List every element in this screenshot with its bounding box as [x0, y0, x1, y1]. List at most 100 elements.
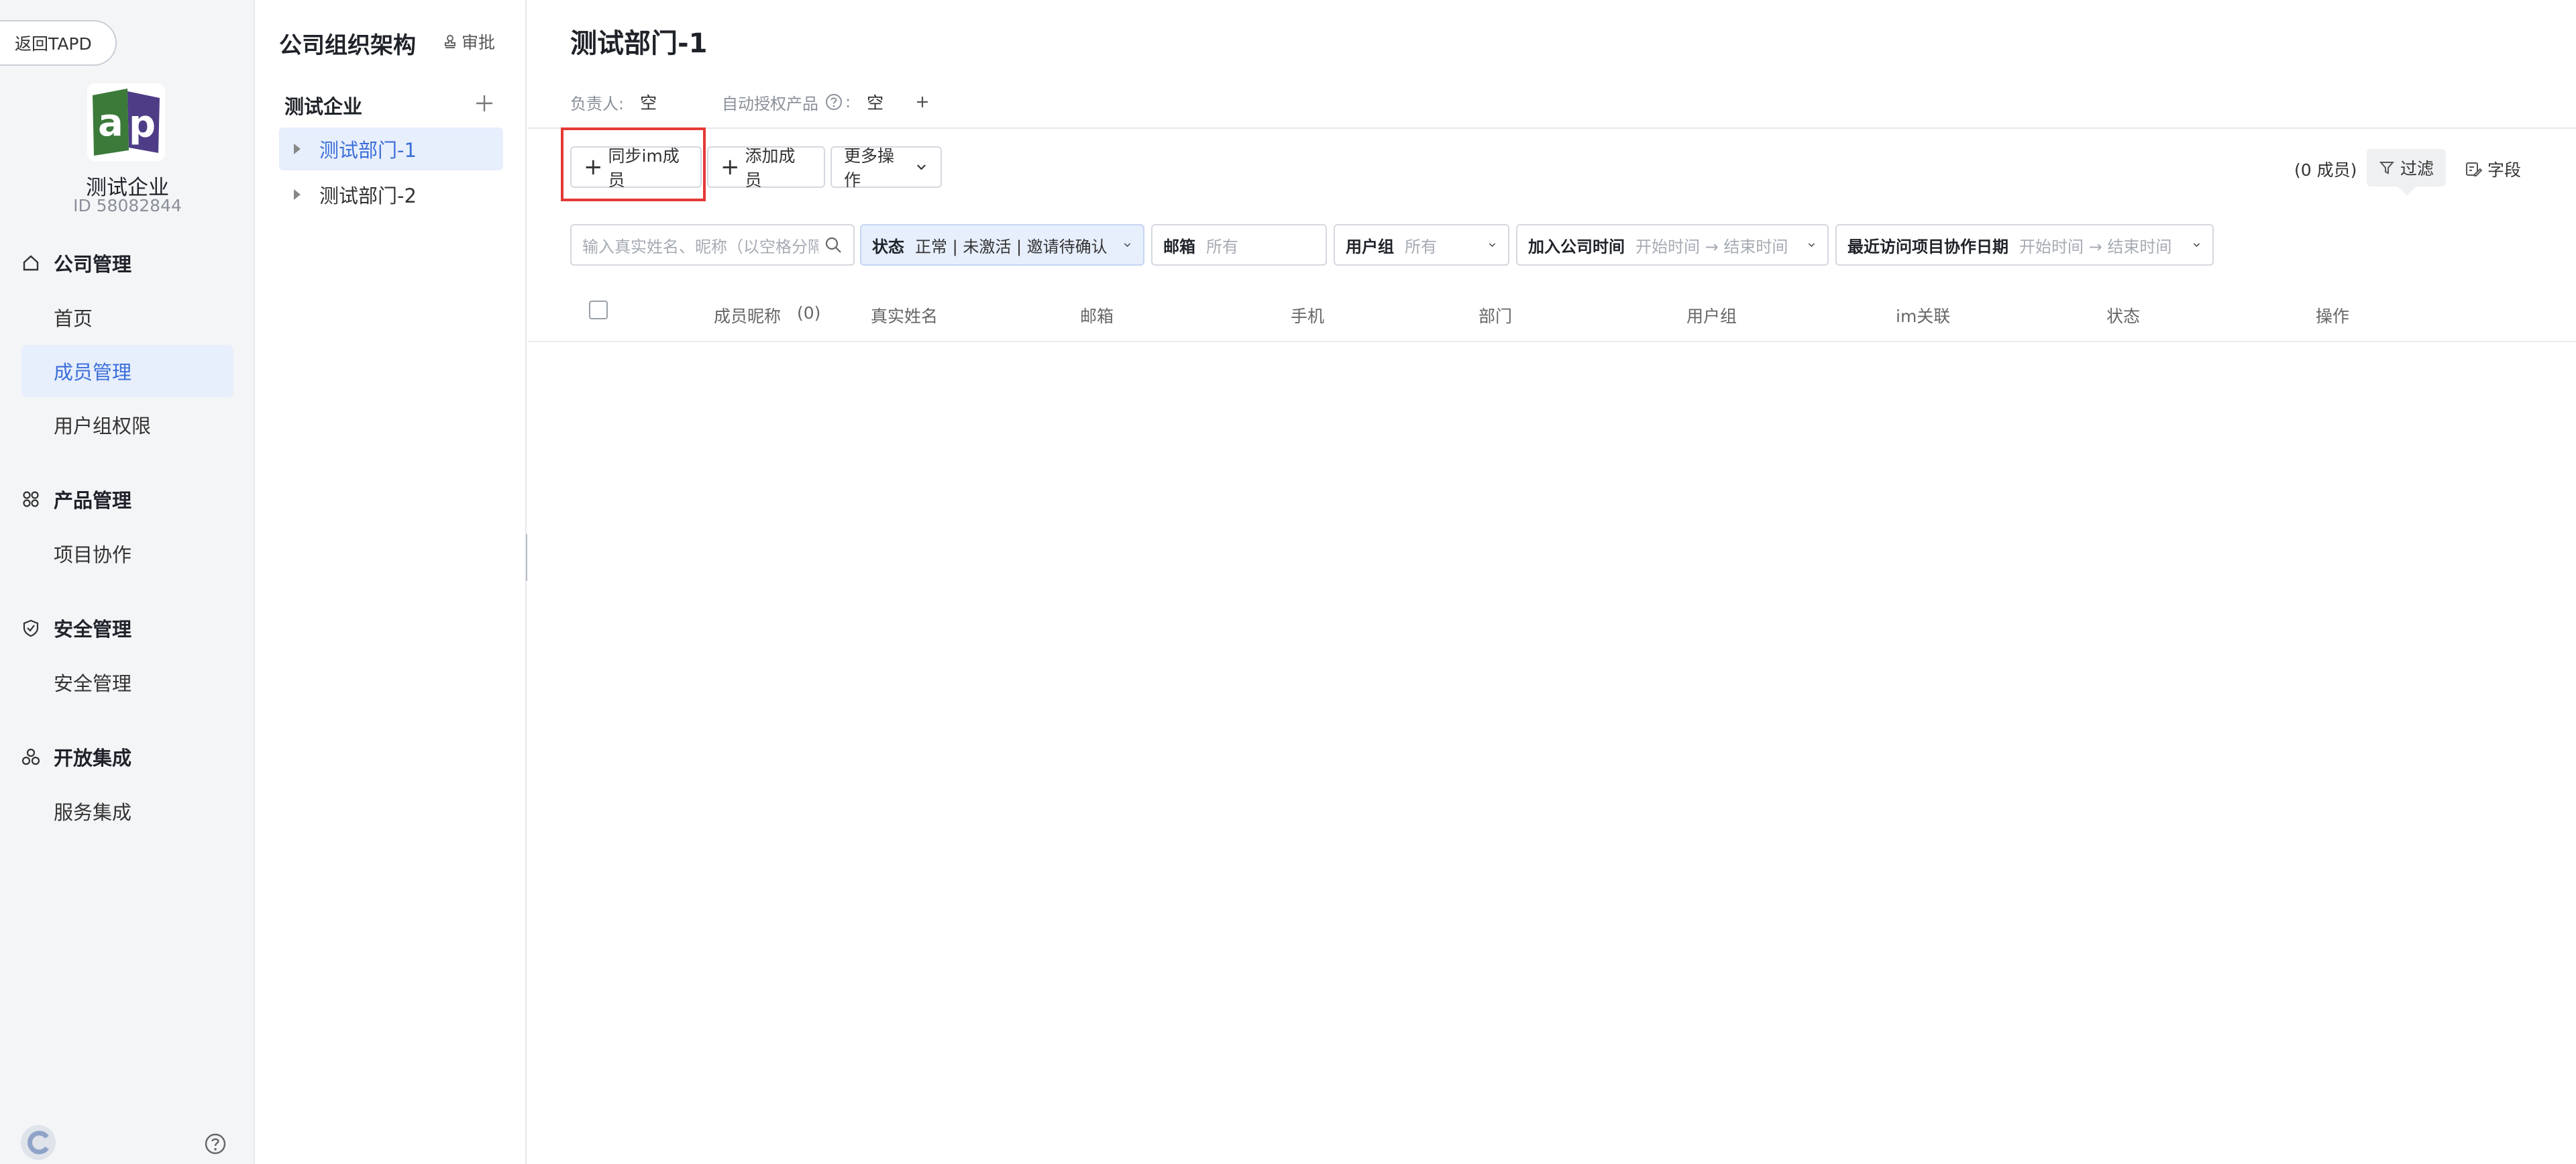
sync-im-label: 同步im成员 — [608, 146, 680, 190]
integration-icon — [20, 746, 42, 768]
column-real-name[interactable]: 真实姓名 — [871, 303, 938, 327]
funnel-icon — [2379, 162, 2395, 174]
column-department[interactable]: 部门 — [1479, 303, 1512, 327]
nav-item-members[interactable]: 成员管理 — [21, 345, 233, 397]
fields-label: 字段 — [2487, 160, 2522, 180]
sync-im-members-button[interactable]: + 同步im成员 — [570, 146, 702, 190]
owner-value[interactable]: 空 — [640, 90, 657, 114]
tree-node-dept-1[interactable]: 测试部门-1 — [279, 127, 503, 170]
nav-section-label: 开放集成 — [54, 747, 132, 770]
column-nickname[interactable]: 成员昵称 — [714, 303, 781, 327]
shield-icon — [20, 617, 42, 639]
more-actions-button[interactable]: 更多操作 — [830, 146, 942, 190]
chevron-down-icon — [917, 164, 926, 170]
main-content: 测试部门-1 负责人: 空 自动授权产品 : 空 + 同步im成员 + 添加成员… — [527, 0, 2576, 1164]
nav-section-integration: 开放集成 — [20, 737, 131, 777]
nav-section-security: 安全管理 — [20, 608, 131, 648]
nav-section-label: 产品管理 — [54, 489, 132, 512]
column-im-link[interactable]: im关联 — [1896, 303, 1950, 327]
user-group-filter-value: 所有 — [1405, 237, 1437, 256]
add-member-label: 添加成员 — [745, 146, 796, 190]
nav-item-service-integration[interactable]: 服务集成 — [21, 785, 233, 837]
nav-item-security[interactable]: 安全管理 — [21, 656, 233, 708]
page-title: 测试部门-1 — [570, 28, 708, 59]
status-filter-label: 状态 — [872, 237, 904, 256]
email-filter[interactable]: 邮箱 所有 — [1151, 224, 1327, 266]
plus-icon: + — [584, 154, 603, 180]
header-divider — [527, 127, 2576, 129]
audit-label: 审批 — [462, 33, 496, 52]
select-all-checkbox[interactable] — [589, 301, 608, 319]
caret-right-icon[interactable] — [294, 144, 301, 154]
plus-icon: + — [720, 154, 740, 180]
user-group-filter[interactable]: 用户组 所有 — [1334, 224, 1509, 266]
org-logo: a p — [87, 83, 165, 161]
add-product-icon[interactable] — [914, 94, 930, 110]
nav-section-label: 公司管理 — [54, 253, 132, 276]
app-root: 返回TAPD a p 测试企业 ID 58082844 公司管理 首页 成员管理… — [0, 0, 2576, 1164]
home-icon — [20, 252, 42, 274]
status-filter[interactable]: 状态 正常 | 未激活 | 邀请待确认 — [860, 224, 1144, 266]
status-filter-value: 正常 | 未激活 | 邀请待确认 — [915, 237, 1108, 256]
column-email[interactable]: 邮箱 — [1080, 303, 1114, 327]
tree-node-dept-2[interactable]: 测试部门-2 — [279, 173, 503, 216]
last-visit-filter-label: 最近访问项目协作日期 — [1847, 237, 2008, 256]
back-to-tapd-button[interactable]: 返回TAPD — [0, 20, 117, 66]
auto-product-meta: 自动授权产品 : 空 — [722, 90, 930, 114]
tree-company[interactable]: 测试企业 — [284, 91, 362, 119]
approval-stamp-icon — [445, 35, 455, 48]
auto-product-value[interactable]: 空 — [867, 90, 883, 114]
column-user-group[interactable]: 用户组 — [1686, 303, 1737, 327]
grid-icon — [20, 488, 42, 510]
org-tree-panel: 公司组织架构 审批 测试企业 测试部门-1 测试部门-2 — [255, 0, 527, 1164]
join-date-filter[interactable]: 加入公司时间 开始时间 → 结束时间 — [1516, 224, 1829, 266]
filter-label: 过滤 — [2400, 159, 2434, 178]
tree-node-label: 测试部门-1 — [319, 139, 417, 162]
chevron-down-icon — [1124, 243, 1131, 248]
search-placeholder: 输入真实姓名、昵称（以空格分隔） — [582, 237, 818, 256]
search-icon[interactable] — [824, 235, 843, 254]
column-status[interactable]: 状态 — [2106, 303, 2140, 327]
member-search-input[interactable]: 输入真实姓名、昵称（以空格分隔） — [570, 224, 855, 266]
column-phone[interactable]: 手机 — [1291, 303, 1324, 327]
chevron-down-icon — [1489, 243, 1496, 248]
nav-item-project-collab[interactable]: 项目协作 — [21, 527, 233, 580]
svg-text:p: p — [129, 103, 156, 146]
chevron-down-icon — [1808, 243, 1815, 248]
join-date-filter-value: 开始时间 → 结束时间 — [1635, 237, 1788, 256]
nav-section-company: 公司管理 — [20, 243, 131, 283]
nav-section-product: 产品管理 — [20, 479, 131, 519]
column-count: (0) — [797, 303, 821, 323]
left-nav: 返回TAPD a p 测试企业 ID 58082844 公司管理 首页 成员管理… — [0, 0, 255, 1164]
caret-right-icon[interactable] — [294, 189, 301, 200]
svg-text:a: a — [98, 101, 123, 145]
tapd-logo-icon[interactable] — [20, 1124, 56, 1161]
email-filter-value: 所有 — [1206, 237, 1238, 256]
member-count: (0 成员) — [2294, 160, 2357, 180]
chevron-down-icon — [2193, 243, 2200, 248]
email-filter-label: 邮箱 — [1163, 237, 1195, 256]
fields-settings-button[interactable]: 字段 — [2465, 157, 2521, 181]
question-icon[interactable] — [825, 93, 843, 111]
owner-label: 负责人: — [570, 94, 625, 113]
join-date-filter-label: 加入公司时间 — [1528, 237, 1625, 256]
audit-button[interactable]: 审批 — [443, 30, 495, 54]
auto-product-label: 自动授权产品 — [722, 94, 818, 113]
column-actions: 操作 — [2316, 307, 2350, 326]
add-member-button[interactable]: + 添加成员 — [707, 146, 825, 190]
nav-item-home[interactable]: 首页 — [21, 291, 233, 343]
last-visit-date-filter[interactable]: 最近访问项目协作日期 开始时间 → 结束时间 — [1835, 224, 2214, 266]
tree-node-label: 测试部门-2 — [319, 184, 417, 207]
org-id: ID 58082844 — [73, 196, 182, 215]
filter-toggle-button[interactable]: 过滤 — [2367, 149, 2446, 187]
filter-popover-pointer — [2398, 187, 2416, 196]
last-visit-filter-value: 开始时间 → 结束时间 — [2019, 237, 2172, 256]
owner-meta: 负责人: 空 — [570, 90, 657, 114]
more-actions-label: 更多操作 — [844, 146, 895, 190]
tree-title: 公司组织架构 — [279, 32, 416, 59]
user-group-filter-label: 用户组 — [1346, 237, 1394, 256]
edit-fields-icon — [2466, 162, 2482, 176]
help-icon[interactable] — [204, 1132, 227, 1155]
nav-item-group-permissions[interactable]: 用户组权限 — [21, 399, 233, 451]
add-department-icon[interactable] — [471, 90, 498, 117]
